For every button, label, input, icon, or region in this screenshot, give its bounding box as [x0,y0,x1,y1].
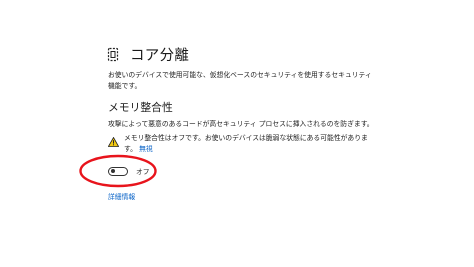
more-info-link[interactable]: 詳細情報 [108,191,135,201]
page-description: お使いのデバイスで使用可能な、仮想化ベースのセキュリティを使用するセキュリティ機… [108,71,372,90]
dismiss-link[interactable]: 無視 [139,145,153,153]
warning-text-block: メモリ整合性はオフです。お使いのデバイスは脆弱な状態にある可能性があります。 無… [124,133,369,154]
memory-integrity-warning: メモリ整合性はオフです。お使いのデバイスは脆弱な状態にある可能性があります。 無… [108,133,369,154]
core-isolation-page: コア分離 お使いのデバイスで使用可能な、仮想化ベースのセキュリティを使用するセキ… [0,0,474,267]
warning-message: メモリ整合性はオフです。お使いのデバイスは脆弱な状態にある可能性があります。 [124,134,368,153]
chip-icon [107,47,119,62]
toggle-knob [111,169,115,173]
memory-integrity-description: 攻撃によって悪意のあるコードが高セキュリティ プロセスに挿入されるのを防ぎます。 [108,120,374,128]
memory-integrity-toggle-row: オフ [108,166,150,176]
toggle-state-label: オフ [136,168,150,176]
page-title: コア分離 [130,48,190,64]
memory-integrity-title: メモリ整合性 [108,101,173,114]
page-header: コア分離 [106,44,189,65]
warning-icon [108,137,119,147]
memory-integrity-toggle[interactable] [108,166,128,176]
